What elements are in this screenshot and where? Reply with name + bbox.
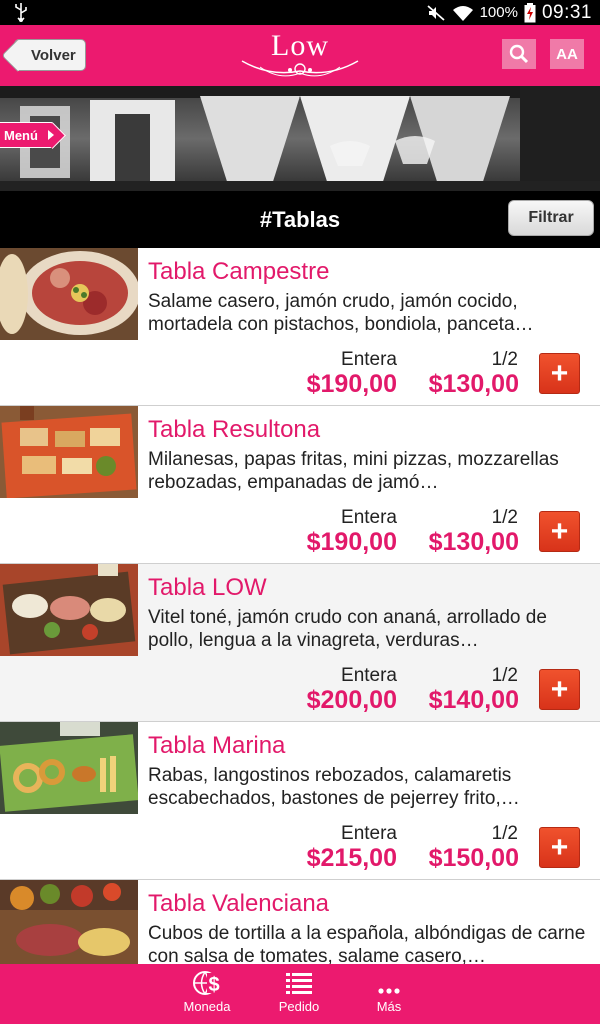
product-name: Tabla LOW <box>148 574 267 601</box>
product-image <box>0 722 138 814</box>
product-image <box>0 564 138 656</box>
price-half: $140,00 <box>428 686 519 714</box>
price-half: $130,00 <box>428 370 519 398</box>
add-to-order-button[interactable]: + <box>539 827 580 868</box>
product-description: Milanesas, papas fritas, mini pizzas, mo… <box>148 449 559 493</box>
product-name: Tabla Valenciana <box>148 890 330 917</box>
list-item[interactable]: Tabla Campestre Salame casero, jamón cru… <box>0 248 600 406</box>
back-button-label: Volver <box>31 46 76 64</box>
list-item[interactable]: Tabla Marina Rabas, langostinos rebozado… <box>0 722 600 880</box>
price-label-whole: Entera <box>341 349 397 370</box>
nav-more-label: Más <box>376 999 402 1014</box>
price-label-half: 1/2 <box>491 665 518 686</box>
product-name: Tabla Campestre <box>148 258 330 285</box>
nav-order[interactable]: Pedido <box>270 964 328 1024</box>
wifi-icon <box>452 5 473 21</box>
plus-icon: + <box>550 830 569 864</box>
price-label-whole: Entera <box>341 665 397 686</box>
price-whole: $190,00 <box>306 370 397 398</box>
product-name: Tabla Resultona <box>148 416 321 443</box>
product-description: Cubos de tortilla a la española, albóndi… <box>148 923 586 964</box>
list-item[interactable]: Tabla Valenciana Cubos de tortilla a la … <box>0 880 600 964</box>
nav-order-label: Pedido <box>278 999 320 1014</box>
plus-icon: + <box>550 672 569 706</box>
menu-tab[interactable]: Menú <box>0 122 54 148</box>
add-to-order-button[interactable]: + <box>539 669 580 710</box>
clock: 09:31 <box>541 1 592 23</box>
list-icon <box>286 973 312 994</box>
product-image <box>0 406 138 498</box>
product-name: Tabla Marina <box>148 732 286 759</box>
mute-icon <box>426 4 445 21</box>
list-item[interactable]: Tabla Resultona Milanesas, papas fritas,… <box>0 406 600 564</box>
search-button[interactable] <box>502 39 536 69</box>
font-size-icon: AA <box>556 45 578 63</box>
currency-icon: $ <box>193 971 221 996</box>
svg-text:$: $ <box>208 974 219 996</box>
bottom-navigation: $ Moneda Pedido Más <box>0 964 600 1024</box>
add-to-order-button[interactable]: + <box>539 511 580 552</box>
list-item[interactable]: Tabla LOW Vitel toné, jamón crudo con an… <box>0 564 600 722</box>
search-icon <box>509 44 529 64</box>
menu-tab-label: Menú <box>4 127 38 143</box>
nav-currency[interactable]: $ Moneda <box>178 964 236 1024</box>
product-image <box>0 880 138 964</box>
hero-banner <box>0 86 600 191</box>
product-description: Rabas, langostinos rebozados, calamareti… <box>148 765 520 809</box>
price-half: $130,00 <box>428 528 519 556</box>
plus-icon: + <box>550 514 569 548</box>
logo-ornament <box>241 60 359 77</box>
product-description: Salame casero, jamón crudo, jamón cocido… <box>148 291 534 335</box>
price-label-whole: Entera <box>341 823 397 844</box>
price-whole: $190,00 <box>306 528 397 556</box>
nav-more[interactable]: Más <box>360 964 418 1024</box>
brand-logo: Low <box>240 27 360 85</box>
price-label-half: 1/2 <box>491 823 518 844</box>
price-half: $150,00 <box>428 844 519 872</box>
price-whole: $200,00 <box>306 686 397 714</box>
filter-button[interactable]: Filtrar <box>508 200 594 236</box>
nav-currency-label: Moneda <box>183 999 231 1014</box>
back-button[interactable]: Volver <box>14 39 86 71</box>
price-whole: $215,00 <box>306 844 397 872</box>
plus-icon: + <box>550 356 569 390</box>
battery-icon <box>524 2 536 22</box>
usb-icon <box>15 3 27 22</box>
category-bar: #Tablas Filtrar <box>0 191 600 248</box>
status-bar: 100% 09:31 <box>0 0 600 25</box>
product-list: Tabla Campestre Salame casero, jamón cru… <box>0 248 600 964</box>
battery-percentage: 100% <box>479 4 518 21</box>
product-description: Vitel toné, jamón crudo con ananá, arrol… <box>148 607 547 651</box>
more-icon <box>378 988 400 994</box>
product-image <box>0 248 138 340</box>
app-header: Volver Low AA <box>0 25 600 86</box>
add-to-order-button[interactable]: + <box>539 353 580 394</box>
price-label-half: 1/2 <box>491 349 518 370</box>
banner-image <box>0 86 600 191</box>
filter-button-label: Filtrar <box>528 209 574 226</box>
chevron-right-icon <box>48 130 54 140</box>
price-label-whole: Entera <box>341 507 397 528</box>
price-label-half: 1/2 <box>491 507 518 528</box>
font-size-button[interactable]: AA <box>550 39 584 69</box>
